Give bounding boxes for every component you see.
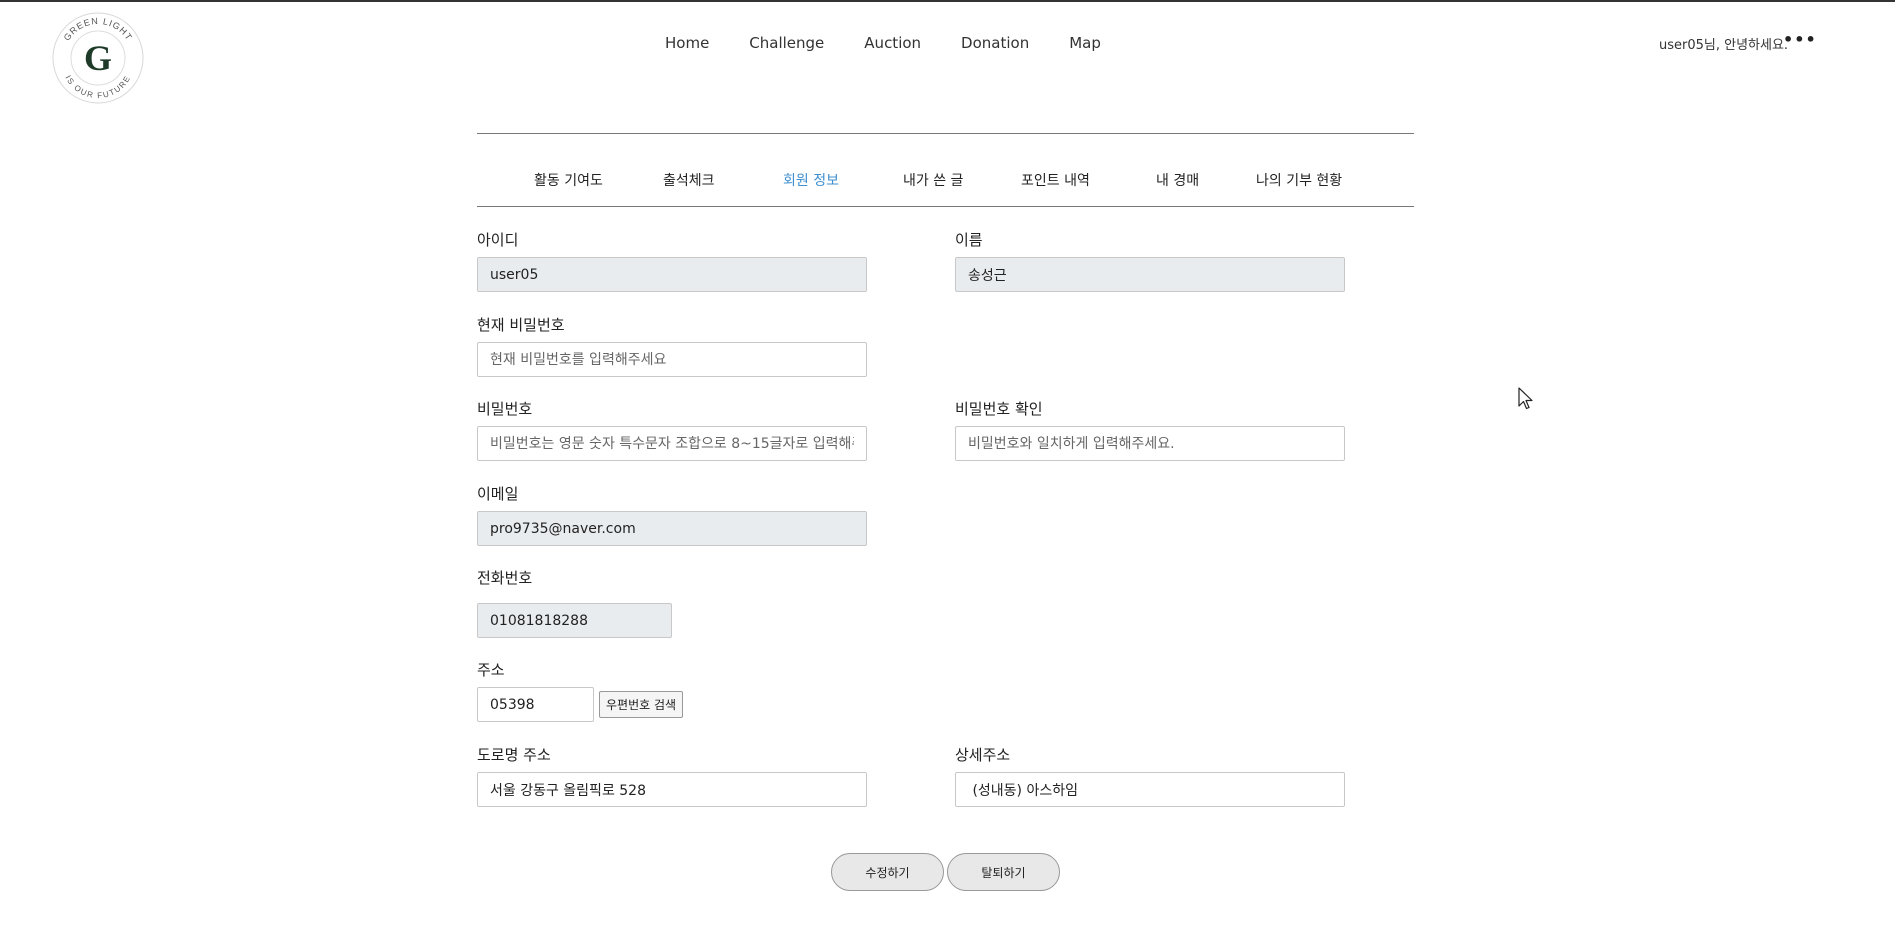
zipcode-search-button[interactable]: 우편번호 검색 [599, 691, 684, 718]
detail-address-field[interactable] [955, 772, 1345, 807]
tab-my-donations[interactable]: 나의 기부 현황 [1256, 170, 1342, 190]
nav-auction[interactable]: Auction [864, 34, 921, 52]
tabs-divider-top [477, 133, 1414, 134]
logo-emblem: GREEN LIGHT IS OUR FUTURE G [52, 12, 144, 104]
nav-challenge[interactable]: Challenge [749, 34, 824, 52]
current-password-label: 현재 비밀번호 [477, 316, 565, 334]
edit-button[interactable]: 수정하기 [831, 853, 944, 891]
zipcode-field[interactable] [477, 687, 594, 722]
current-password-field[interactable] [477, 342, 867, 377]
user-greeting: user05님, 안녕하세요. [1659, 38, 1789, 53]
tab-activity-contribution[interactable]: 활동 기여도 [534, 170, 603, 190]
logo-letter: G [84, 38, 112, 78]
mouse-cursor-icon [1518, 387, 1534, 415]
more-menu-icon[interactable]: ••• [1783, 30, 1817, 49]
address-label: 주소 [477, 661, 505, 679]
id-field[interactable] [477, 257, 867, 292]
detail-address-label: 상세주소 [955, 746, 1011, 764]
name-field[interactable] [955, 257, 1345, 292]
email-label: 이메일 [477, 485, 519, 503]
tabs-divider-bottom [477, 206, 1414, 207]
nav-donation[interactable]: Donation [961, 34, 1029, 52]
nav-home[interactable]: Home [665, 34, 709, 52]
top-border [0, 0, 1895, 2]
phone-label: 전화번호 [477, 569, 533, 587]
password-confirm-label: 비밀번호 확인 [955, 400, 1043, 418]
name-label: 이름 [955, 231, 983, 249]
tab-point-history[interactable]: 포인트 내역 [1021, 170, 1090, 190]
id-label: 아이디 [477, 231, 519, 249]
password-field[interactable] [477, 426, 867, 461]
withdraw-button[interactable]: 탈퇴하기 [947, 853, 1060, 891]
email-field[interactable] [477, 511, 867, 546]
password-label: 비밀번호 [477, 400, 533, 418]
tab-my-auctions[interactable]: 내 경매 [1156, 170, 1199, 190]
road-address-field[interactable] [477, 772, 867, 807]
nav-map[interactable]: Map [1069, 34, 1101, 52]
road-address-label: 도로명 주소 [477, 746, 551, 764]
logo[interactable]: GREEN LIGHT IS OUR FUTURE G [50, 10, 146, 106]
tab-attendance[interactable]: 출석체크 [663, 170, 715, 190]
tab-my-posts[interactable]: 내가 쓴 글 [903, 170, 963, 190]
phone-field[interactable] [477, 603, 672, 638]
tab-member-info[interactable]: 회원 정보 [783, 170, 839, 190]
main-nav: Home Challenge Auction Donation Map [665, 34, 1141, 52]
password-confirm-field[interactable] [955, 426, 1345, 461]
